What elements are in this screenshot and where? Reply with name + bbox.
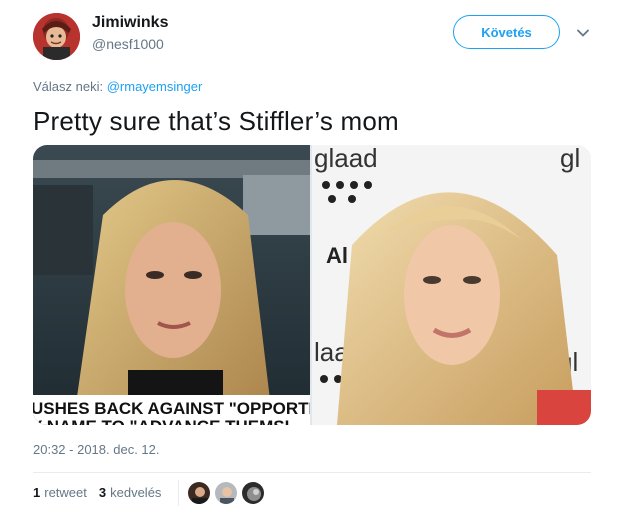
retweet-stat[interactable]: 1 retweet <box>33 485 87 500</box>
logo-text-top-right: gl <box>560 145 580 173</box>
display-name[interactable]: Jimiwinks <box>92 14 168 32</box>
stats-separator <box>178 480 179 506</box>
divider <box>33 472 591 473</box>
left-photo[interactable]: USHES BACK AGAINST "OPPORTI Y NAME TO "A… <box>33 145 310 425</box>
left-caption-line2: Y NAME TO "ADVANCE THEMSI <box>33 417 289 425</box>
tweet-media[interactable]: USHES BACK AGAINST "OPPORTI Y NAME TO "A… <box>33 145 591 425</box>
like-count: 3 <box>98 485 107 500</box>
tweet-timestamp[interactable]: 20:32 - 2018. dec. 12. <box>33 442 159 457</box>
reply-prefix: Válasz neki: <box>33 79 104 94</box>
logo-text-top-left: glaad <box>314 145 378 173</box>
chevron-down-icon[interactable] <box>576 26 590 40</box>
like-stat[interactable]: 3 kedvelés <box>99 485 162 500</box>
tweet-stats: 1 retweet 3 kedvelés <box>33 485 173 500</box>
tweet-text: Pretty sure that’s Stiffler’s mom <box>33 106 399 136</box>
avatar[interactable] <box>33 13 80 60</box>
like-label: kedvelés <box>110 485 162 500</box>
right-photo[interactable]: glaad gl laa gl Al <box>312 145 591 425</box>
follow-button[interactable]: Követés <box>453 15 560 49</box>
liker-avatar[interactable] <box>241 481 265 505</box>
liker-avatar[interactable] <box>187 481 211 505</box>
user-handle[interactable]: @nesf1000 <box>92 36 164 52</box>
retweet-count: 1 <box>33 485 41 500</box>
liker-avatar[interactable] <box>214 481 238 505</box>
logo-text-mid-left: Al <box>326 243 348 268</box>
reply-mention-link[interactable]: @rmayemsinger <box>107 79 203 94</box>
liker-avatars <box>187 481 268 505</box>
left-caption-line1: USHES BACK AGAINST "OPPORTI <box>33 399 310 418</box>
reply-context: Válasz neki: @rmayemsinger <box>33 79 202 94</box>
retweet-label: retweet <box>44 485 87 500</box>
